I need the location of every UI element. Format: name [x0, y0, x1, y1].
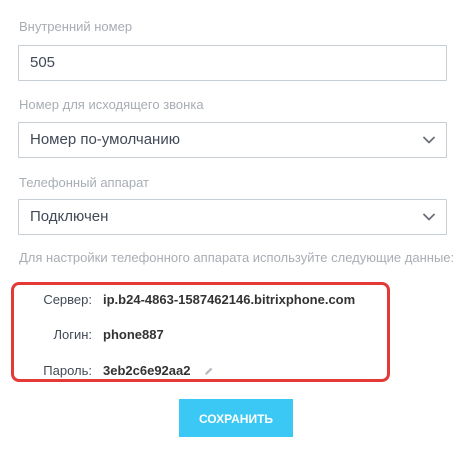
- password-label: Пароль:: [43, 363, 92, 378]
- phone-device-label: Телефонный аппарат: [19, 175, 149, 190]
- extension-input[interactable]: 505: [18, 45, 447, 81]
- extension-value: 505: [30, 54, 56, 71]
- setup-hint: Для настройки телефонного аппарата испол…: [19, 250, 455, 265]
- outgoing-number-label: Номер для исходящего звонка: [19, 97, 204, 112]
- extension-label: Внутренний номер: [19, 19, 133, 34]
- chevron-down-icon: [423, 136, 435, 144]
- phone-device-selected: Подключен: [30, 208, 109, 225]
- save-button[interactable]: СОХРАНИТЬ: [179, 399, 293, 437]
- login-label: Логин:: [53, 327, 92, 342]
- phone-settings-form: Внутренний номер 505 Номер для исходящег…: [0, 0, 472, 456]
- password-value: 3eb2c6e92aa2: [103, 363, 191, 378]
- credentials-box: Сервер: ip.b24-4863-1587462146.bitrixpho…: [11, 282, 390, 382]
- server-label: Сервер:: [43, 292, 92, 307]
- phone-device-select[interactable]: Подключен: [18, 199, 447, 235]
- pencil-icon[interactable]: [204, 366, 214, 376]
- server-value: ip.b24-4863-1587462146.bitrixphone.com: [103, 292, 356, 307]
- login-value: phone887: [103, 327, 164, 342]
- chevron-down-icon: [423, 213, 435, 221]
- outgoing-number-select[interactable]: Номер по-умолчанию: [18, 122, 447, 158]
- outgoing-number-selected: Номер по-умолчанию: [30, 131, 180, 148]
